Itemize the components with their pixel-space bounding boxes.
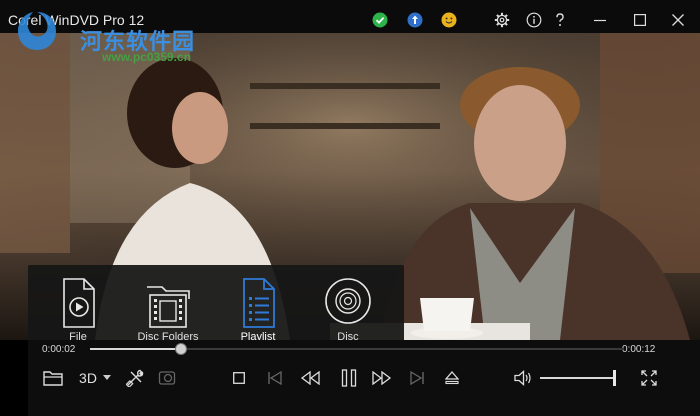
maximize-icon [634, 14, 646, 26]
3d-mode-label: 3D [79, 370, 97, 386]
volume-handle[interactable] [613, 370, 616, 386]
previous-button[interactable] [264, 368, 286, 388]
total-time: 0:00:12 [622, 344, 656, 355]
snapshot-button[interactable] [156, 368, 178, 388]
settings-icon[interactable] [494, 12, 510, 28]
stop-icon [233, 372, 245, 384]
rewind-icon [300, 371, 320, 385]
next-button[interactable] [406, 368, 428, 388]
skip-previous-icon [268, 371, 282, 385]
fullscreen-button[interactable] [638, 368, 660, 388]
menu-disc-label: Disc [337, 331, 359, 340]
disc-icon [325, 278, 371, 324]
pause-button[interactable] [338, 368, 360, 388]
snapshot-icon [158, 371, 176, 385]
help-icon[interactable] [552, 12, 568, 28]
maximize-button[interactable] [626, 8, 654, 32]
close-icon [672, 14, 684, 26]
video-frame[interactable]: File Disc Folders Playlist Disc [0, 33, 700, 340]
upload-circle-icon[interactable] [407, 12, 423, 28]
chevron-down-icon [103, 375, 111, 380]
3d-dropdown-button[interactable] [102, 368, 112, 388]
player-controls: 0:00:02 0:00:12 3D [28, 340, 700, 416]
menu-file-button[interactable]: File [38, 277, 118, 340]
seek-progress [90, 348, 181, 350]
window-title: Corel WinDVD Pro 12 [8, 12, 145, 28]
media-menu-panel: File Disc Folders Playlist Disc [28, 265, 404, 340]
skip-next-icon [410, 371, 424, 385]
eject-icon [445, 371, 459, 385]
menu-disc-folders-button[interactable]: Disc Folders [128, 277, 208, 340]
volume-slider[interactable] [540, 370, 616, 386]
info-icon[interactable] [526, 12, 542, 28]
rewind-button[interactable] [298, 368, 322, 388]
file-video-icon [63, 278, 95, 328]
3d-mode-button[interactable]: 3D [76, 368, 100, 388]
menu-disc-folders-label: Disc Folders [137, 331, 199, 340]
volume-level [540, 377, 614, 379]
eject-button[interactable] [442, 368, 462, 388]
open-folder-button[interactable] [42, 368, 64, 388]
close-button[interactable] [664, 8, 692, 32]
pause-icon [341, 369, 357, 387]
fast-forward-icon [372, 371, 392, 385]
menu-file-label: File [69, 331, 87, 340]
tools-button[interactable] [124, 368, 146, 388]
check-circle-icon[interactable] [372, 12, 388, 28]
fast-forward-button[interactable] [370, 368, 394, 388]
mute-button[interactable] [512, 368, 534, 388]
seek-handle[interactable] [174, 343, 187, 355]
smiley-icon[interactable] [441, 12, 457, 28]
menu-playlist-label: Playlist [240, 331, 276, 340]
folder-icon [43, 371, 63, 386]
menu-disc-button[interactable]: Disc [308, 277, 388, 340]
playlist-icon [243, 278, 275, 328]
current-time: 0:00:02 [42, 344, 76, 355]
seek-bar[interactable] [90, 343, 624, 355]
menu-playlist-button[interactable]: Playlist [218, 277, 298, 340]
minimize-icon [594, 19, 606, 22]
stop-button[interactable] [230, 368, 248, 388]
disc-folder-icon [147, 286, 190, 328]
minimize-button[interactable] [586, 8, 614, 32]
volume-icon [514, 370, 531, 386]
fullscreen-icon [641, 370, 657, 386]
tools-icon [126, 369, 144, 387]
